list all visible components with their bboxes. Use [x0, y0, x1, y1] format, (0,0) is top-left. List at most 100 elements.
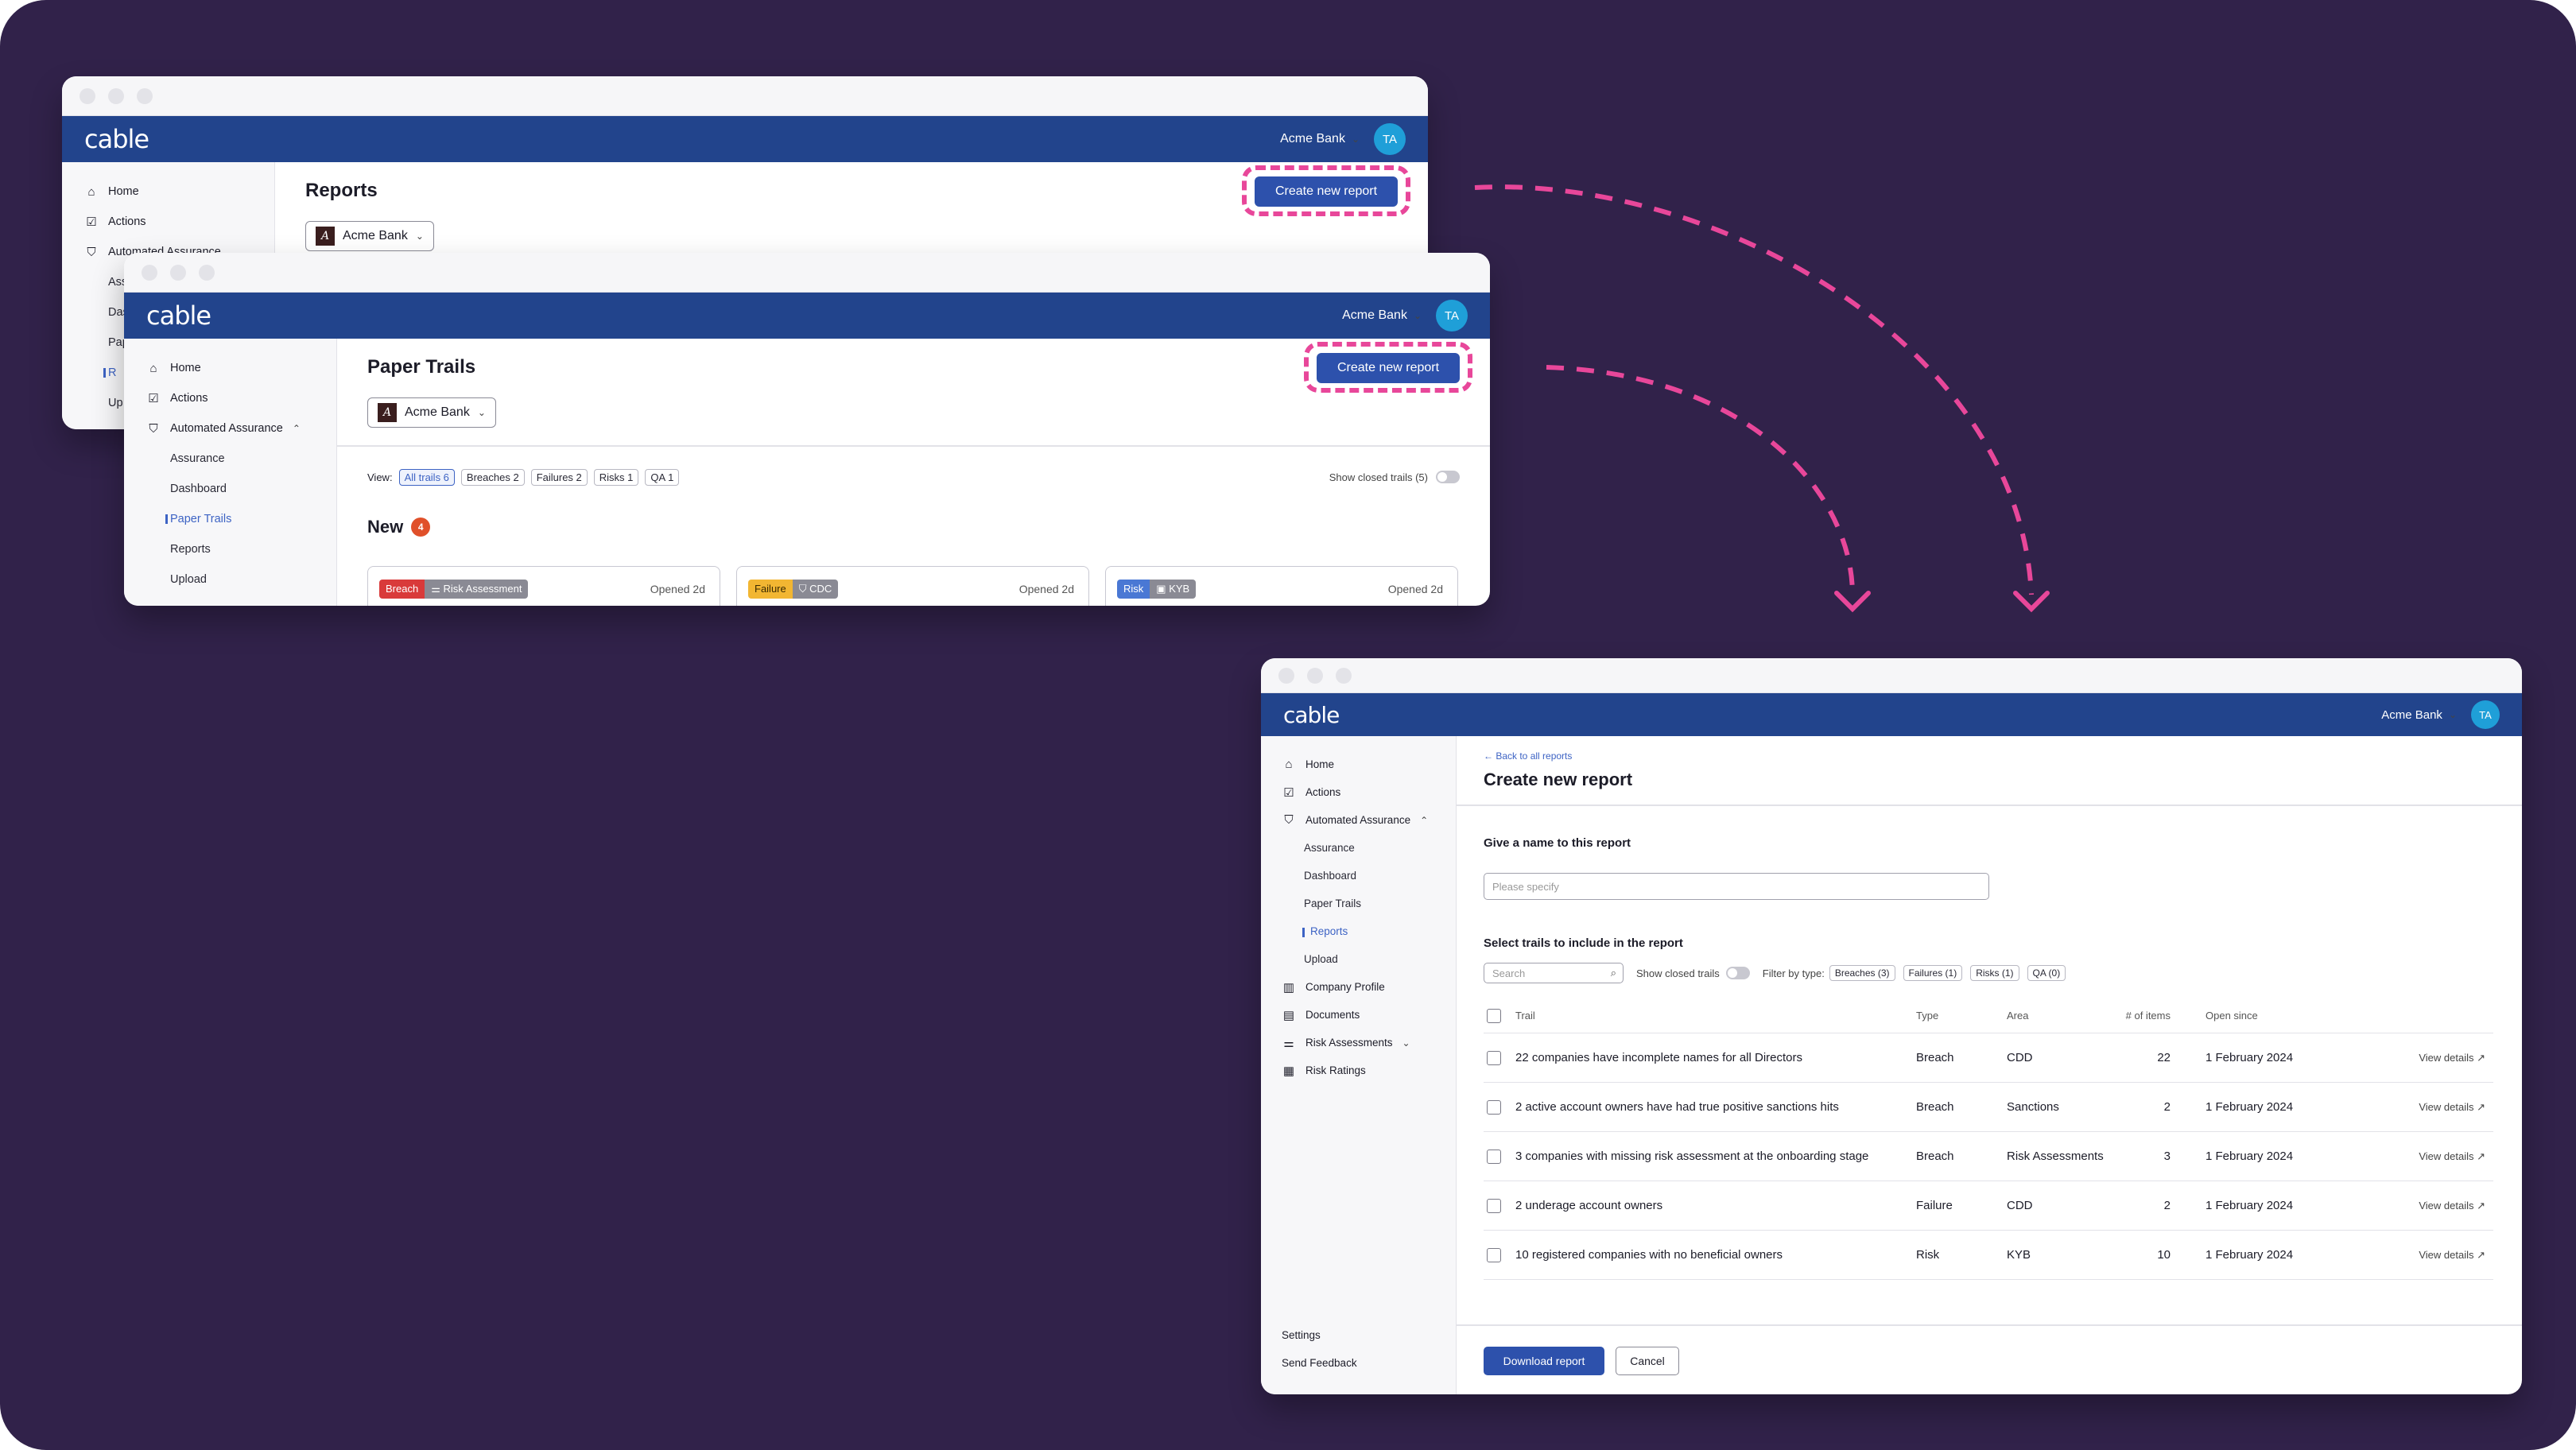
- sidebar-item-actions[interactable]: ☑ Actions: [1261, 778, 1456, 806]
- paper-trails-window: cable Acme Bank ⌄ TA ⌂ Home ☑ Actions ⛉ Auto…: [124, 253, 1490, 606]
- table-row[interactable]: 2 active account owners have had true po…: [1484, 1083, 2493, 1132]
- sidebar-item-documents[interactable]: ▤ Documents: [1261, 1001, 1456, 1029]
- report-name-label: Give a name to this report: [1484, 836, 1631, 850]
- cable-logo[interactable]: cable: [1283, 702, 1340, 728]
- filter-failures[interactable]: Failures (1): [1903, 965, 1963, 981]
- divider: [337, 445, 1490, 447]
- bank-selector[interactable]: A Acme Bank ⌄: [367, 397, 496, 428]
- sidebar-item-paper-trails[interactable]: Paper Trails: [124, 504, 336, 534]
- sidebar-item-assurance[interactable]: Assurance: [1261, 834, 1456, 862]
- row-checkbox[interactable]: [1487, 1149, 1501, 1164]
- checkbox-icon: ☑: [86, 215, 97, 229]
- divider: [1457, 804, 2522, 806]
- avatar[interactable]: TA: [2471, 700, 2500, 729]
- view-details-link[interactable]: View details ↗: [2331, 1150, 2493, 1163]
- sidebar-item-settings[interactable]: Settings: [1261, 1321, 1456, 1349]
- chevron-down-icon: ⌄: [415, 231, 424, 242]
- sidebar: ⌂ Home ☑ Actions ⛉ Automated Assurance ⌃ Ass…: [124, 339, 337, 606]
- area-tag: ⛉ CDC: [792, 580, 839, 599]
- sidebar-item-risk-ratings[interactable]: ▦ Risk Ratings: [1261, 1056, 1456, 1084]
- filter-all-trails[interactable]: All trails 6: [398, 469, 455, 486]
- sidebar-item-home[interactable]: ⌂ Home: [62, 176, 274, 207]
- bank-selector[interactable]: A Acme Bank ⌄: [305, 221, 434, 251]
- sidebar-item-actions[interactable]: ☑ Actions: [124, 383, 336, 413]
- select-trails-label: Select trails to include in the report: [1484, 936, 1683, 950]
- org-selector[interactable]: Acme Bank ⌄: [1280, 132, 1360, 146]
- avatar[interactable]: TA: [1374, 123, 1406, 155]
- org-selector[interactable]: Acme Bank ⌄: [1342, 308, 1422, 323]
- sidebar-item-send-feedback[interactable]: Send Feedback: [1261, 1349, 1456, 1377]
- search-input[interactable]: Search ⌕: [1484, 963, 1624, 983]
- opened-time: Opened 2d: [1387, 583, 1443, 595]
- select-all-checkbox[interactable]: [1487, 1008, 1501, 1023]
- report-name-input[interactable]: Please specify: [1484, 873, 1989, 900]
- cable-logo[interactable]: cable: [146, 300, 211, 331]
- trail-card[interactable]: Risk ▣ KYB Opened 2d: [1105, 566, 1458, 606]
- sidebar-item-company-profile[interactable]: ▥ Company Profile: [1261, 973, 1456, 1001]
- sidebar-item-automated-assurance[interactable]: ⛉ Automated Assurance ⌃: [1261, 806, 1456, 834]
- opened-time: Opened 2d: [1018, 583, 1074, 595]
- sidebar-item-dashboard[interactable]: Dashboard: [1261, 862, 1456, 890]
- cable-logo[interactable]: cable: [84, 124, 149, 154]
- back-link[interactable]: ← Back to all reports: [1484, 750, 1572, 762]
- view-details-link[interactable]: View details ↗: [2331, 1249, 2493, 1262]
- building-icon: ▥: [1282, 980, 1295, 994]
- download-report-button[interactable]: Download report: [1484, 1347, 1604, 1375]
- sidebar-item-home[interactable]: ⌂ Home: [124, 353, 336, 383]
- filter-failures[interactable]: Failures 2: [530, 469, 588, 486]
- document-icon: ▤: [1282, 1008, 1295, 1022]
- sidebar-item-actions[interactable]: ☑ Actions: [62, 207, 274, 237]
- filter-qa[interactable]: QA 1: [645, 469, 680, 486]
- cancel-button[interactable]: Cancel: [1616, 1347, 1679, 1375]
- create-report-button[interactable]: Create new report: [1255, 176, 1398, 207]
- filter-risks[interactable]: Risks 1: [593, 469, 639, 486]
- page-title: Create new report: [1484, 770, 1633, 789]
- sliders-icon: ⚌: [1283, 1036, 1294, 1050]
- calendar-icon: ▦: [1282, 1064, 1295, 1078]
- window-titlebar: [62, 76, 1428, 116]
- row-checkbox[interactable]: [1487, 1247, 1501, 1262]
- filter-qa[interactable]: QA (0): [2027, 965, 2066, 981]
- type-tag: Breach: [379, 580, 425, 599]
- filter-breaches[interactable]: Breaches 2: [460, 469, 525, 486]
- row-checkbox[interactable]: [1487, 1099, 1501, 1115]
- shield-icon: ⛉: [149, 421, 158, 436]
- filter-breaches[interactable]: Breaches (3): [1829, 965, 1895, 981]
- sidebar-item-dashboard[interactable]: Dashboard: [124, 474, 336, 504]
- shield-icon: ⛉: [798, 583, 810, 595]
- table-row[interactable]: 3 companies with missing risk assessment…: [1484, 1132, 2493, 1181]
- sidebar-item-reports[interactable]: Reports: [1261, 917, 1456, 945]
- opened-time: Opened 2d: [650, 583, 705, 595]
- table-row[interactable]: 10 registered companies with no benefici…: [1484, 1231, 2493, 1280]
- toggle-switch[interactable]: [1436, 471, 1460, 483]
- view-details-link[interactable]: View details ↗: [2331, 1200, 2493, 1212]
- sidebar-item-reports[interactable]: Reports: [124, 534, 336, 564]
- show-closed-toggle[interactable]: Show closed trails: [1636, 967, 1750, 979]
- create-report-button[interactable]: Create new report: [1317, 353, 1460, 383]
- page-title: Reports: [305, 180, 378, 201]
- sliders-icon: ⚌: [431, 583, 444, 595]
- sidebar-item-home[interactable]: ⌂ Home: [1261, 750, 1456, 778]
- sidebar-item-paper-trails[interactable]: Paper Trails: [1261, 890, 1456, 917]
- sidebar-item-upload[interactable]: Upload: [1261, 945, 1456, 973]
- sidebar-item-risk-assessments[interactable]: ⚌ Risk Assessments ⌄: [1261, 1029, 1456, 1056]
- bank-logo: A: [316, 227, 335, 246]
- org-selector[interactable]: Acme Bank ⌄: [2381, 708, 2457, 722]
- row-checkbox[interactable]: [1487, 1198, 1501, 1213]
- filter-risks[interactable]: Risks (1): [1970, 965, 2019, 981]
- table-row[interactable]: 22 companies have incomplete names for a…: [1484, 1033, 2493, 1083]
- app-header: cable Acme Bank ⌄ TA: [124, 293, 1490, 339]
- row-checkbox[interactable]: [1487, 1050, 1501, 1065]
- trail-card[interactable]: Breach ⚌ Risk Assessment Opened 2d: [367, 566, 720, 606]
- show-closed-toggle[interactable]: Show closed trails (5): [1329, 471, 1460, 483]
- toggle-switch[interactable]: [1725, 967, 1750, 979]
- table-row[interactable]: 2 underage account owners Failure CDD 2 …: [1484, 1181, 2493, 1231]
- sidebar-item-assurance[interactable]: Assurance: [124, 444, 336, 474]
- sidebar-item-automated-assurance[interactable]: ⛉ Automated Assurance ⌃: [124, 413, 336, 444]
- avatar[interactable]: TA: [1436, 300, 1468, 331]
- type-tag: Risk: [1117, 580, 1150, 599]
- view-details-link[interactable]: View details ↗: [2331, 1052, 2493, 1064]
- sidebar-item-upload[interactable]: Upload: [124, 564, 336, 595]
- view-details-link[interactable]: View details ↗: [2331, 1101, 2493, 1114]
- trail-card[interactable]: Failure ⛉ CDC Opened 2d: [736, 566, 1089, 606]
